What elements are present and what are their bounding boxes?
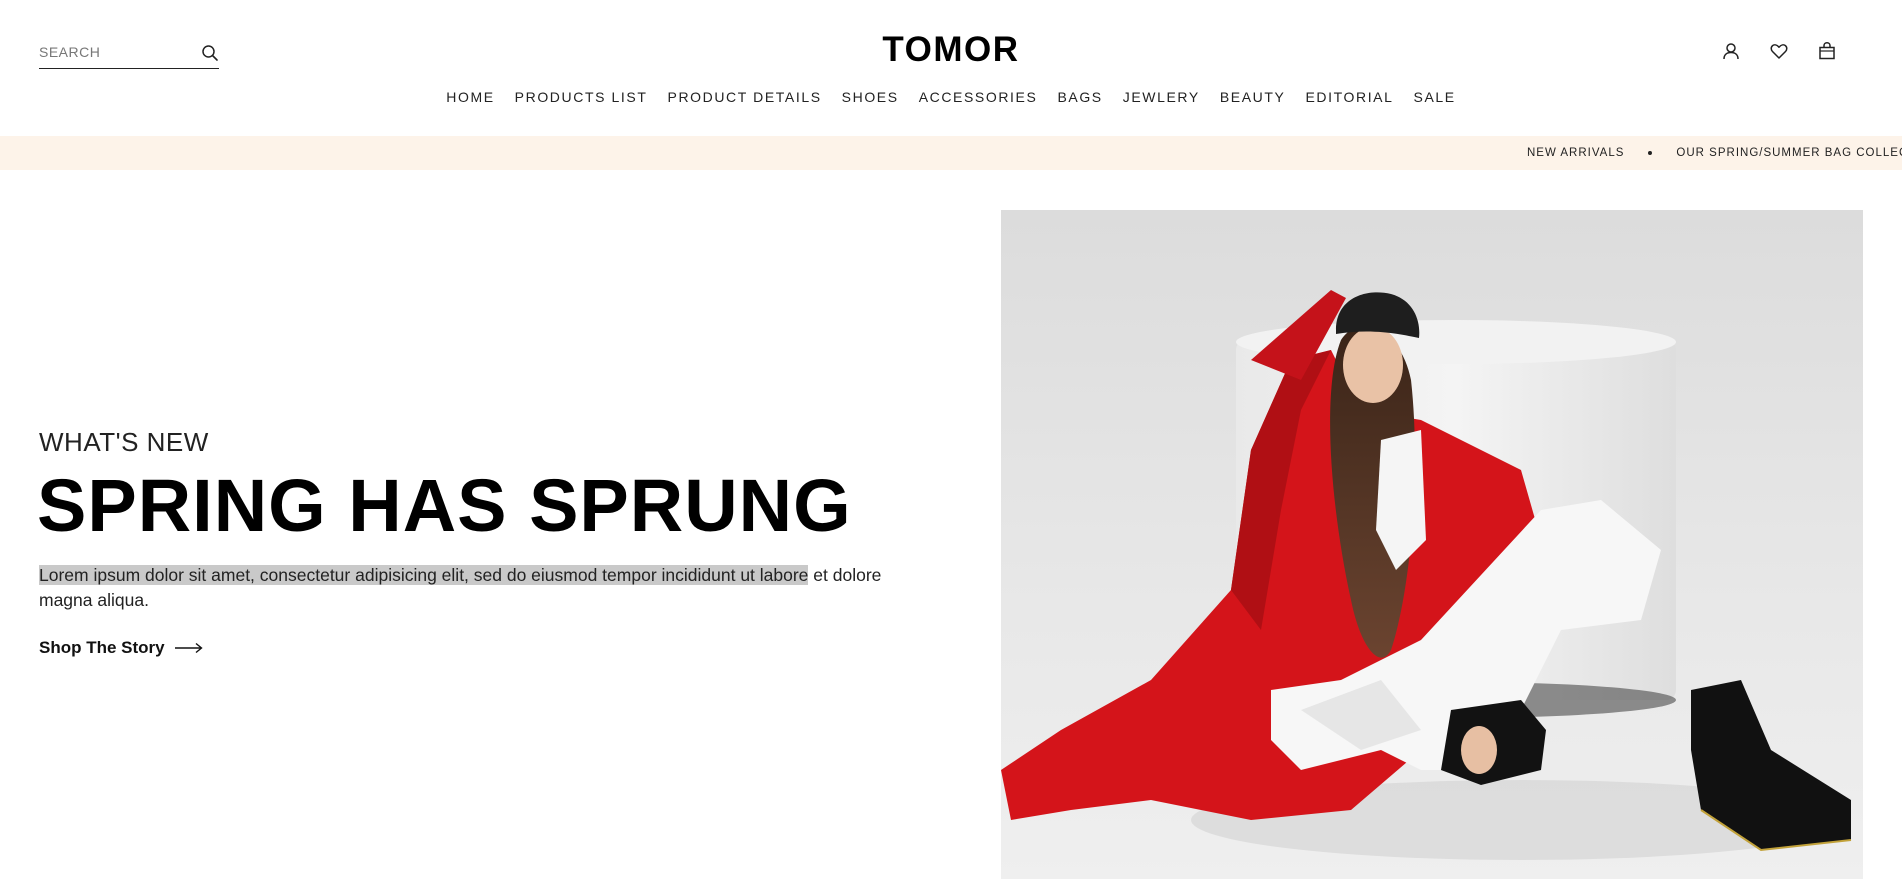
nav-item-jewlery[interactable]: JEWLERY [1113, 88, 1210, 106]
shop-the-story-label: Shop The Story [39, 638, 165, 657]
nav-item-bags[interactable]: BAGS [1047, 88, 1112, 106]
nav-item-product-details[interactable]: PRODUCT DETAILS [658, 88, 832, 106]
arrow-right-icon [174, 642, 203, 654]
nav-item-beauty[interactable]: BEAUTY [1210, 88, 1296, 106]
main-nav: HOME PRODUCTS LIST PRODUCT DETAILS SHOES… [0, 88, 1902, 106]
nav-item-accessories[interactable]: ACCESSORIES [909, 88, 1048, 106]
logo-text: TOMOR [882, 30, 1020, 69]
shopping-bag-icon[interactable] [1816, 40, 1838, 62]
hero-subtitle: WHAT'S NEW [39, 427, 209, 457]
announcement-ticker: NEW ARRIVALS OUR SPRING/SUMMER BAG COLLE… [1527, 136, 1902, 170]
hero-description-selected: Lorem ipsum dolor sit amet, consectetur … [39, 565, 809, 585]
nav-item-sale[interactable]: SALE [1404, 88, 1466, 106]
heart-icon[interactable] [1768, 40, 1790, 62]
header-actions [1720, 40, 1838, 62]
logo[interactable]: TOMOR [0, 30, 1902, 70]
user-icon[interactable] [1720, 40, 1742, 62]
fashion-model-photo [1001, 210, 1863, 879]
announcement-bar: NEW ARRIVALS OUR SPRING/SUMMER BAG COLLE… [0, 136, 1902, 170]
announcement-item[interactable]: NEW ARRIVALS [1527, 147, 1624, 159]
nav-item-home[interactable]: HOME [436, 88, 504, 106]
shop-the-story-link[interactable]: Shop The Story [39, 638, 203, 658]
nav-item-editorial[interactable]: EDITORIAL [1295, 88, 1403, 106]
bullet-separator [1648, 151, 1653, 155]
hero-title: SPRING HAS SPRUNG [37, 464, 852, 547]
hero-image [1001, 210, 1863, 879]
nav-item-shoes[interactable]: SHOES [832, 88, 909, 106]
nav-item-products-list[interactable]: PRODUCTS LIST [505, 88, 658, 106]
hero-description: Lorem ipsum dolor sit amet, consectetur … [39, 563, 889, 613]
announcement-item[interactable]: OUR SPRING/SUMMER BAG COLLECTION [1676, 147, 1902, 159]
site-header: TOMOR HOME PRODUCTS LIST PRODUCT DETAILS… [0, 0, 1902, 136]
